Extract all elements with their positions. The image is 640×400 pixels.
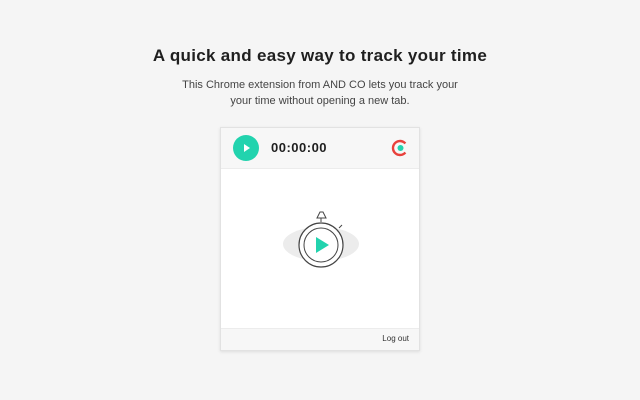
page-title: A quick and easy way to track your time — [152, 46, 488, 65]
play-icon — [244, 144, 250, 152]
timer-display: 00:00:00 — [271, 140, 328, 155]
andco-logo-icon — [391, 139, 409, 157]
extension-popup: 00:00:00 Log out — [220, 127, 420, 351]
page: A quick and easy way to track your time … — [0, 0, 640, 400]
subtitle-line-2: your time without opening a new tab. — [230, 95, 410, 107]
logout-link[interactable]: Log out — [382, 334, 409, 343]
popup-header: 00:00:00 — [221, 128, 419, 169]
page-subtitle: This Chrome extension from AND CO lets y… — [0, 77, 640, 109]
stopwatch-play-icon — [283, 211, 359, 268]
start-timer-button[interactable] — [233, 135, 259, 161]
popup-footer: Log out — [221, 328, 419, 350]
subtitle-line-1: This Chrome extension from AND CO lets y… — [182, 79, 458, 91]
